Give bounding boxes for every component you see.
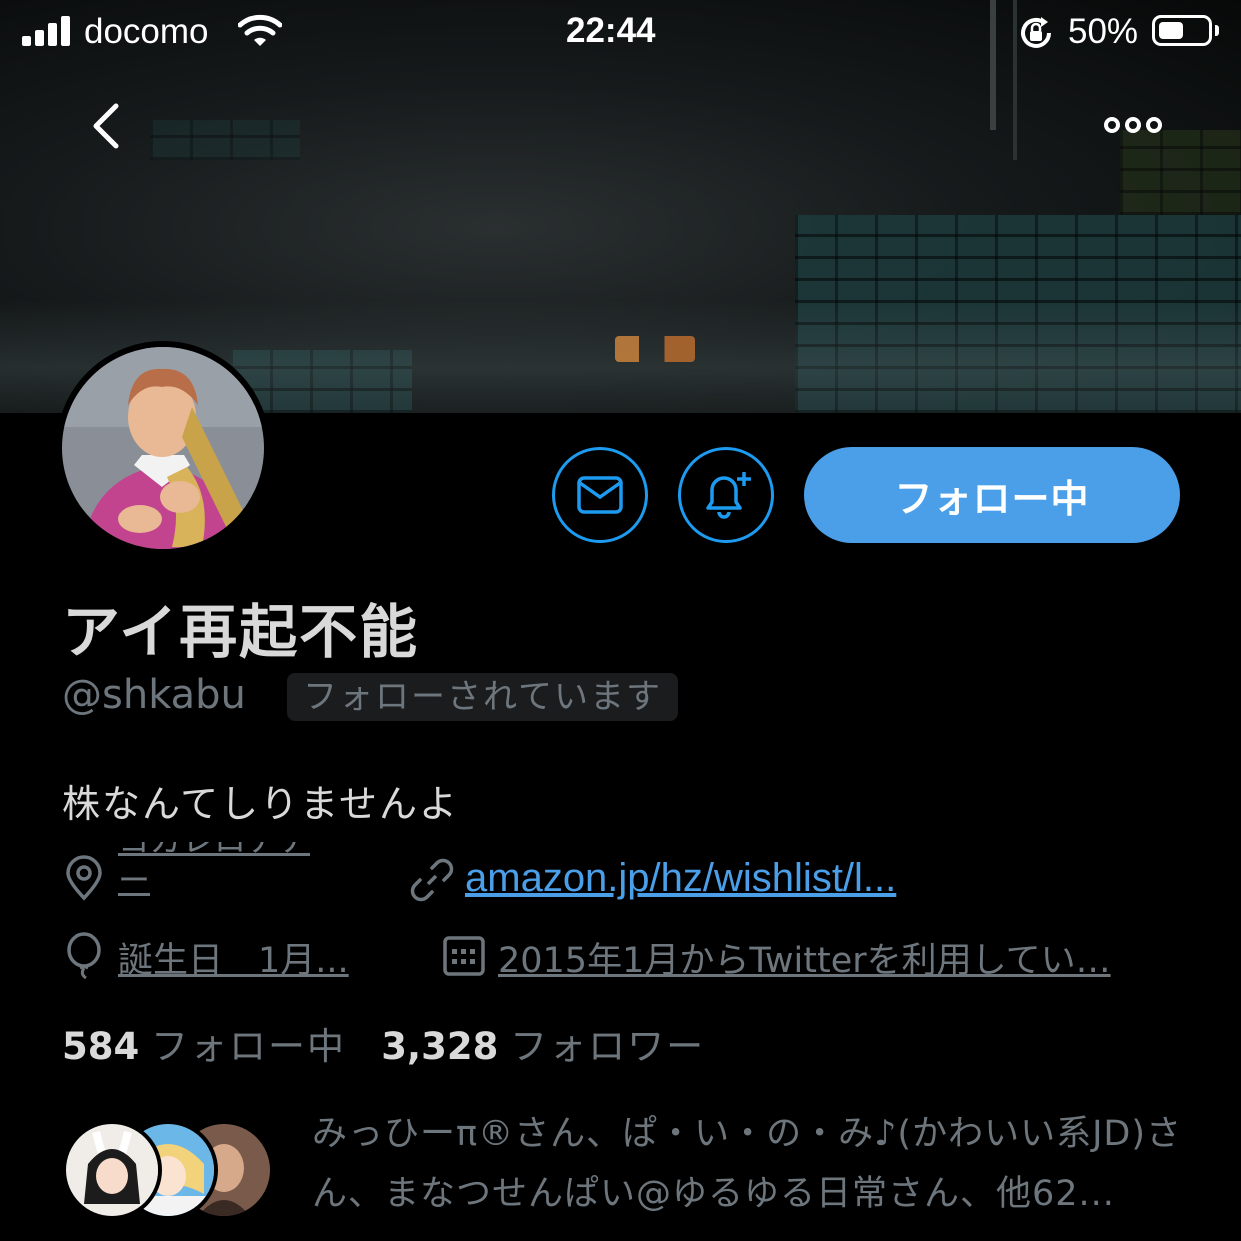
following-button[interactable]: フォロー中 xyxy=(804,447,1180,543)
cellular-signal-icon xyxy=(22,16,74,46)
chevron-left-icon xyxy=(93,103,119,149)
status-bar: docomo 22:44 50% xyxy=(0,0,1241,64)
clock: 22:44 xyxy=(566,11,656,50)
more-button[interactable] xyxy=(1100,108,1166,142)
balloon-icon xyxy=(67,932,101,980)
username: @shkabu xyxy=(62,672,246,718)
rotation-lock-icon xyxy=(1021,17,1051,48)
follow-stats: 584 フォロー中 3,328 フォロワー xyxy=(62,1016,705,1070)
envelope-icon xyxy=(577,476,623,514)
message-button[interactable] xyxy=(552,447,648,543)
back-button[interactable] xyxy=(80,96,136,156)
followers-stat[interactable]: 3,328 フォロワー xyxy=(381,1025,705,1068)
battery-percent: 50% xyxy=(1068,12,1139,51)
profile-page: docomo 22:44 50% フォロー中 アイ再起不能 @shkabu フォ… xyxy=(0,0,1241,1241)
bell-plus-icon xyxy=(706,472,751,519)
follows-you-badge: フォローされています xyxy=(287,673,678,721)
location-pin-icon xyxy=(66,855,102,901)
mutual-avatar-1 xyxy=(62,1120,162,1220)
joined-date: 2015年1月からTwitterを利用してい… xyxy=(498,941,1111,981)
notifications-button[interactable] xyxy=(678,447,774,543)
following-stat[interactable]: 584 フォロー中 xyxy=(62,1025,358,1068)
following-label: フォロー中 xyxy=(151,1025,346,1068)
location[interactable]: ヨガレロナナー xyxy=(118,842,338,906)
display-name: アイ再起不能 xyxy=(62,598,420,666)
birthday: 誕生日 1月... xyxy=(118,941,349,981)
mutual-followers-text: みっひーπ®さん、ぱ・い・の・み♪(かわいい系JD)さん、まなつせんぱい@ゆるゆ… xyxy=(312,1114,1182,1214)
following-count: 584 xyxy=(62,1025,140,1068)
battery-icon xyxy=(1152,15,1212,46)
link-icon xyxy=(410,858,454,902)
bio: 株なんてしりませんよ xyxy=(62,782,459,826)
website-link[interactable]: amazon.jp/hz/wishlist/l... xyxy=(465,856,896,901)
calendar-icon xyxy=(443,936,485,976)
followers-label: フォロワー xyxy=(510,1025,706,1068)
wifi-icon xyxy=(238,14,282,46)
more-horizontal-icon xyxy=(1104,117,1162,133)
carrier-name: docomo xyxy=(84,12,209,51)
profile-avatar[interactable] xyxy=(56,341,270,555)
followers-count: 3,328 xyxy=(381,1025,499,1068)
